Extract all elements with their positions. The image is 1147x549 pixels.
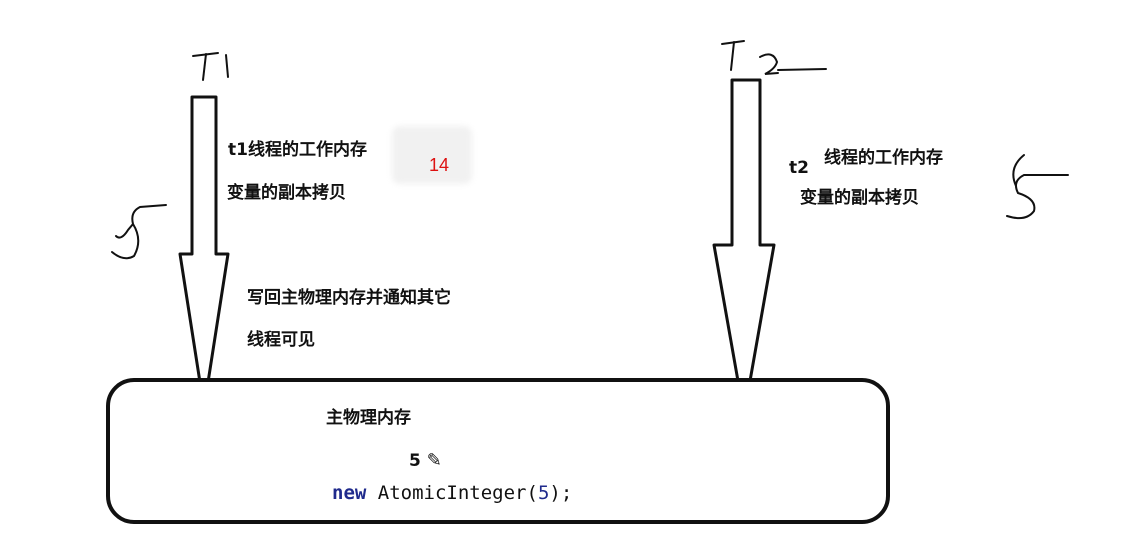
- code-end: );: [549, 482, 573, 504]
- main-memory-title: 主物理内存: [326, 408, 411, 428]
- code-class: AtomicInteger(: [377, 482, 538, 504]
- t1-memory-line1: t1线程的工作内存: [228, 140, 367, 160]
- write-back-line2: 线程可见: [247, 330, 315, 350]
- memory-model-diagram: [106, 40, 1069, 524]
- sticky-note-text: 14: [429, 155, 450, 175]
- t2-handwritten-5-hook: [1012, 154, 1025, 187]
- t2-memory-line1: 线程的工作内存: [824, 148, 943, 168]
- main-memory-value-wrap: 5 ✎: [409, 452, 442, 470]
- t2-handwritten-title: [721, 40, 827, 75]
- write-back-line1: 写回主物理内存并通知其它: [247, 288, 451, 308]
- t1-memory-line2: 变量的副本拷贝: [227, 183, 346, 203]
- atomic-integer-code: new AtomicInteger(5);: [332, 484, 572, 503]
- t1-down-arrow: [178, 95, 230, 410]
- code-keyword: new: [332, 482, 367, 504]
- t2-handwritten-5: [1006, 174, 1069, 220]
- t1-handwritten-title: [192, 52, 229, 81]
- pencil-icon: ✎: [426, 450, 442, 471]
- t2-down-arrow: [712, 78, 776, 417]
- code-arg: 5: [537, 482, 550, 504]
- t2-memory-line2: 变量的副本拷贝: [800, 188, 919, 208]
- sticky-note-value: 14: [429, 156, 449, 174]
- main-memory-value: 5: [409, 451, 421, 471]
- t2-label: t2: [789, 158, 809, 178]
- t1-handwritten-5: [111, 204, 167, 260]
